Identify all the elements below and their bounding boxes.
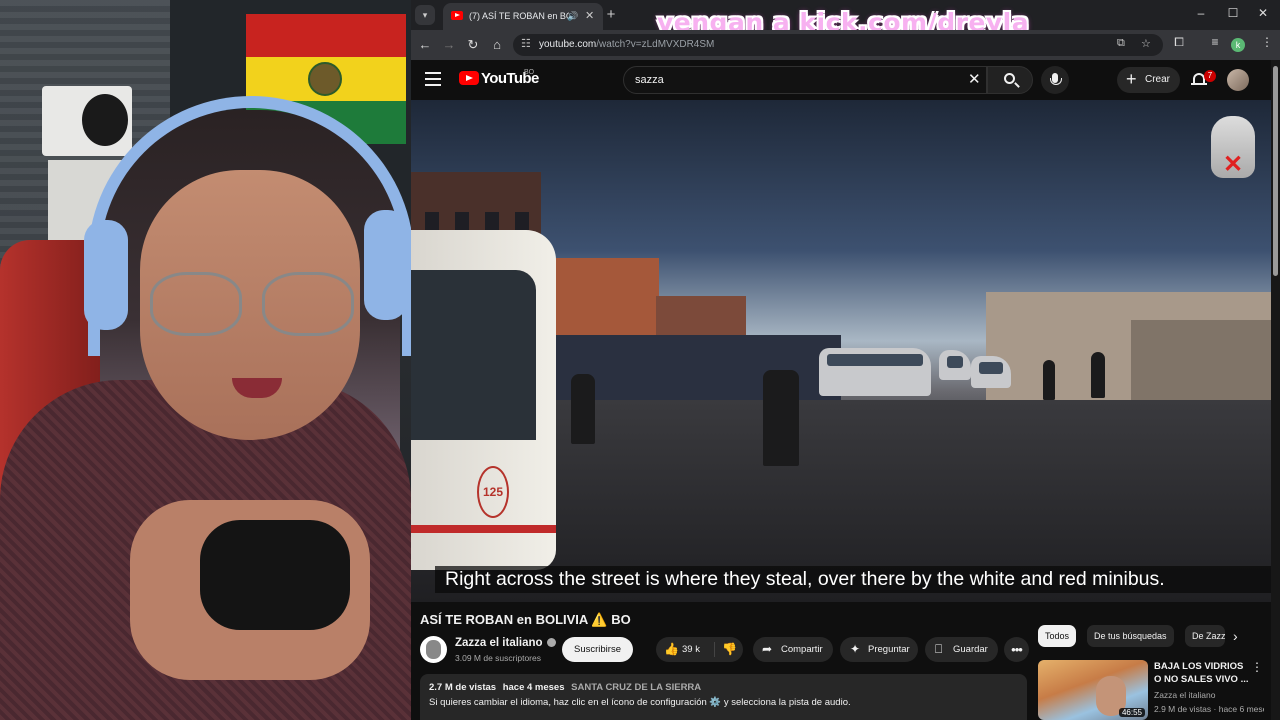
recommended-video-title[interactable]: BAJA LOS VIDRIOS O NO SALES VIVO ... — [1154, 660, 1252, 686]
search-button[interactable] — [987, 66, 1033, 94]
voice-search-mic-icon[interactable] — [1041, 66, 1069, 94]
webcam-overlay — [0, 0, 411, 720]
maximize-button[interactable]: ☐ — [1223, 6, 1243, 20]
site-info-icon[interactable]: ☷ — [521, 37, 531, 50]
video-pedestrian-3 — [1043, 360, 1055, 400]
description-meta: 2.7 M de vistas hace 4 meses SANTA CRUZ … — [429, 682, 701, 693]
video-player[interactable]: 125 Right across the street is where the… — [411, 100, 1271, 602]
sparkle-icon: ✦ — [850, 642, 861, 656]
tab-search-button[interactable]: ▾ — [415, 5, 435, 25]
video-pedestrian — [763, 370, 799, 466]
tab-bar: ▾ (7) ASÍ TE ROBAN en BOLIVIA 🔊 ✕ + veng… — [411, 0, 1280, 37]
ask-label: Preguntar — [868, 644, 910, 655]
forward-button[interactable]: → — [439, 35, 459, 55]
thumbs-down-icon[interactable]: 👎 — [722, 637, 737, 662]
chip-all[interactable]: Todos — [1038, 625, 1077, 647]
subscribe-button[interactable]: Suscribirse — [562, 637, 633, 662]
share-arrow-icon: ➦ — [762, 642, 773, 656]
tab-youtube[interactable]: (7) ASÍ TE ROBAN en BOLIVIA 🔊 ✕ — [443, 3, 603, 30]
clear-search-icon[interactable]: ✕ — [968, 67, 981, 93]
page-scrollbar[interactable] — [1271, 60, 1280, 720]
browser-menu-icon[interactable]: ⋮ — [1257, 35, 1277, 49]
bookmark-icon: ⎕ — [935, 642, 943, 656]
close-window-button[interactable]: ✕ — [1253, 6, 1273, 20]
chip-from-searches[interactable]: De tus búsquedas — [1087, 625, 1174, 647]
webcam-speaker — [42, 86, 132, 156]
share-button[interactable]: ➦ Compartir — [753, 637, 833, 662]
subscriber-count: 3.09 M de suscriptores — [455, 653, 541, 663]
video-minibus-2 — [939, 350, 971, 380]
headset-ear-right — [364, 210, 408, 320]
youtube-header: YouTube BO sazza ✕ Crear 7 — [411, 60, 1280, 100]
game-controller — [200, 520, 350, 630]
bus-route-number: 125 — [477, 466, 509, 518]
chevron-right-icon[interactable]: › — [1233, 625, 1238, 647]
country-code: BO — [524, 69, 535, 76]
cast-icon[interactable]: ⧉ — [1117, 37, 1125, 50]
save-label: Guardar — [953, 644, 988, 655]
reload-button[interactable]: ↻ — [463, 35, 483, 55]
share-label: Compartir — [781, 644, 823, 655]
new-tab-button[interactable]: + — [601, 5, 621, 25]
video-minibus — [819, 348, 931, 396]
description-text: Si quieres cambiar el idioma, haz clic e… — [429, 697, 851, 708]
extensions-icon[interactable]: ⧠ — [1169, 35, 1189, 50]
youtube-favicon-icon — [451, 11, 463, 20]
notification-count-badge: 7 — [1204, 70, 1216, 82]
screen: ▾ (7) ASÍ TE ROBAN en BOLIVIA 🔊 ✕ + veng… — [0, 0, 1280, 720]
search-input[interactable]: sazza ✕ — [623, 66, 987, 94]
hamburger-menu-icon[interactable] — [425, 72, 441, 86]
location-tag[interactable]: SANTA CRUZ DE LA SIERRA — [571, 682, 701, 693]
home-button[interactable]: ⌂ — [487, 35, 507, 55]
browser-window: ▾ (7) ASÍ TE ROBAN en BOLIVIA 🔊 ✕ + veng… — [411, 0, 1280, 720]
headset-ear-left — [84, 220, 128, 330]
like-count[interactable]: 39 k — [682, 644, 700, 655]
search-icon — [1004, 73, 1015, 84]
save-button[interactable]: ⎕ Guardar — [925, 637, 998, 662]
account-avatar[interactable] — [1227, 69, 1249, 91]
upload-date: hace 4 meses — [502, 682, 565, 693]
video-subtitle: Right across the street is where they st… — [435, 566, 1271, 593]
chip-from-channel[interactable]: De Zazza — [1185, 625, 1225, 647]
video-title: ASÍ TE ROBAN en BOLIVIA ⚠️ BO — [420, 612, 631, 627]
bookmark-star-icon[interactable]: ☆ — [1141, 37, 1151, 50]
video-pedestrian-4 — [1091, 352, 1105, 398]
recommended-video-thumbnail[interactable]: 46:55 — [1038, 660, 1148, 720]
tab-title: (7) ASÍ TE ROBAN en BOLIVIA — [469, 11, 569, 21]
video-car — [971, 356, 1011, 388]
reading-list-icon[interactable]: ≡ — [1205, 35, 1225, 49]
verified-badge-icon — [546, 638, 556, 647]
address-bar[interactable]: ☷ youtube.com/watch?v=zLdMVXDR4SM ⧉ ☆ — [513, 34, 1163, 56]
channel-avatar[interactable] — [420, 636, 447, 663]
address-url: youtube.com/watch?v=zLdMVXDR4SM — [539, 39, 715, 50]
channel-watermark-icon[interactable] — [1211, 116, 1255, 179]
channel-name[interactable]: Zazza el italiano — [455, 637, 556, 649]
youtube-logo-icon[interactable] — [459, 71, 479, 85]
search-value: sazza — [635, 74, 664, 86]
thumbs-up-icon[interactable]: 👍 — [664, 637, 679, 662]
browser-profile-avatar[interactable]: k — [1231, 38, 1245, 52]
back-button[interactable]: ← — [415, 35, 435, 55]
kebab-menu-icon[interactable]: ⋮ — [1251, 660, 1263, 674]
like-dislike-group: 👍 39 k 👎 — [656, 637, 743, 662]
recommended-video-channel[interactable]: Zazza el italiano — [1154, 690, 1215, 700]
create-button[interactable]: Crear — [1117, 66, 1181, 93]
ask-button[interactable]: ✦ Preguntar — [840, 637, 918, 662]
scrollbar-thumb[interactable] — [1273, 66, 1278, 276]
minimize-button[interactable]: – — [1191, 6, 1211, 20]
browser-toolbar: ← → ↻ ⌂ ☷ youtube.com/watch?v=zLdMVXDR4S… — [411, 30, 1280, 60]
video-pedestrian-2 — [571, 374, 595, 444]
recommended-video-stats: 2.9 M de vistas · hace 6 meses — [1154, 704, 1264, 714]
tab-close-icon[interactable]: ✕ — [585, 3, 594, 30]
more-actions-button[interactable]: ••• — [1004, 637, 1029, 662]
description-box[interactable]: 2.7 M de vistas hace 4 meses SANTA CRUZ … — [420, 674, 1027, 720]
video-duration: 46:55 — [1118, 708, 1145, 717]
video-bus: 125 — [411, 230, 556, 570]
view-count: 2.7 M de vistas — [429, 682, 497, 693]
speaker-icon[interactable]: 🔊 — [567, 3, 578, 30]
